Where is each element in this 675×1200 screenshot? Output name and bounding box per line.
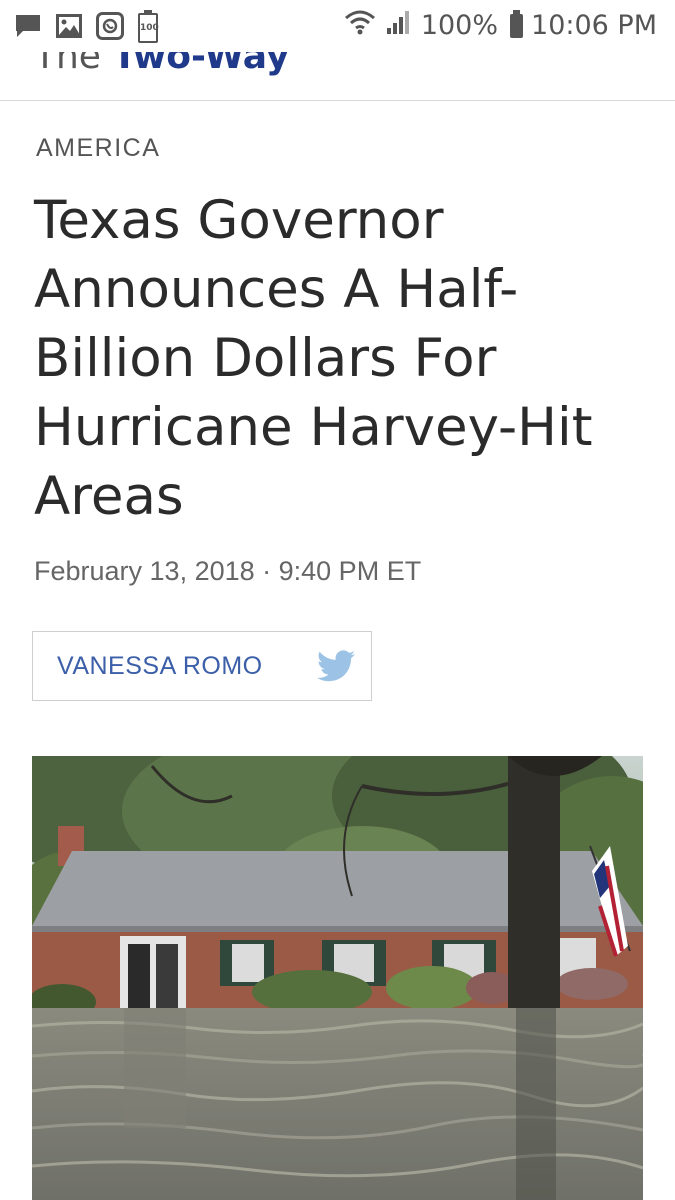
wifi-icon	[343, 8, 377, 43]
phone-app-icon	[96, 12, 124, 44]
message-icon	[14, 13, 42, 43]
battery-level-icon	[510, 9, 524, 38]
article-lead-image[interactable]	[32, 756, 643, 1200]
flooded-house-photo	[32, 756, 643, 1200]
notification-icons: 100	[14, 10, 159, 44]
clock: 10:06 PM	[531, 10, 657, 41]
author-byline[interactable]: VANESSA ROMO	[32, 631, 372, 701]
battery-percent: 100%	[420, 10, 499, 41]
battery-badge: 100	[140, 23, 159, 33]
twitter-icon[interactable]	[317, 650, 355, 682]
image-icon	[56, 13, 82, 43]
article-headline: Texas Governor Announces A Half-Billion …	[34, 190, 593, 527]
author-name[interactable]: VANESSA ROMO	[57, 652, 263, 681]
section-label[interactable]: AMERICA	[36, 134, 160, 163]
system-status: 100% 10:06 PM	[343, 8, 657, 43]
battery-icon: 100	[138, 10, 159, 43]
article-dateline: February 13, 2018 · 9:40 PM ET	[34, 556, 422, 586]
signal-icon	[385, 8, 413, 43]
status-bar: 100 100% 10:06 PM	[0, 0, 675, 52]
